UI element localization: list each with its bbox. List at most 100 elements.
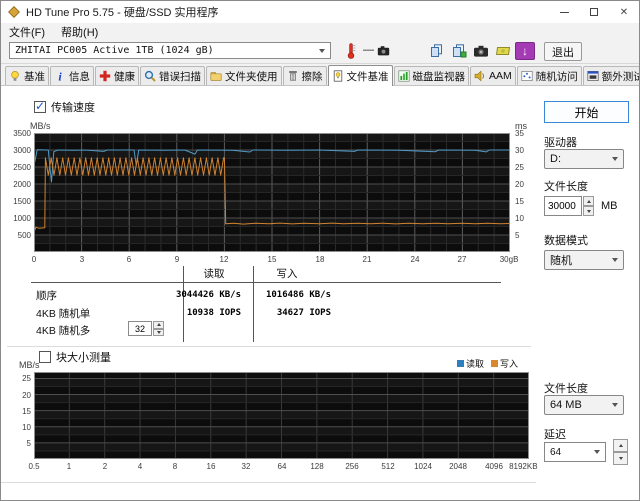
- settings-panel: 开始 驱动器 D: 文件长度 30000 MB 数据模式 随机 文件长度 64 …: [536, 86, 639, 500]
- minimize-button[interactable]: [549, 1, 579, 23]
- results-col-header-write: 写入: [276, 268, 298, 280]
- x-axis-tick: 512: [381, 462, 395, 471]
- spin-up-button[interactable]: [583, 196, 594, 206]
- latency-label: 延迟: [544, 429, 566, 441]
- result-read-value: 10938 IOPS: [186, 308, 241, 318]
- left-axis-tick: 2500: [13, 163, 31, 172]
- window-title: HD Tune Pro 5.75 - 硬盘/SSD 实用程序: [26, 7, 219, 19]
- info-icon: i: [54, 70, 66, 82]
- left-axis-tick: 10: [22, 423, 31, 432]
- spin-down-button[interactable]: [153, 328, 164, 336]
- benchmark-icon: [9, 70, 21, 82]
- tab-benchmark[interactable]: 基准: [5, 66, 49, 85]
- copy-pages-button[interactable]: [427, 42, 447, 60]
- camera-icon: [474, 45, 488, 57]
- arrow-down-icon: [156, 330, 161, 334]
- drive-dropdown-value: D:: [550, 153, 561, 165]
- tab-label: 错误扫描: [159, 70, 201, 83]
- left-axis-tick: 1000: [13, 214, 31, 223]
- drive-select-dropdown[interactable]: ZHITAI PC005 Active 1TB (1024 gB): [9, 42, 331, 59]
- x-axis-tick: 1: [66, 462, 72, 471]
- disk-monitor-icon: [397, 70, 410, 82]
- transfer-speed-checkbox[interactable]: [34, 99, 46, 113]
- download-button[interactable]: ↓: [515, 42, 535, 60]
- tab-info[interactable]: i 信息: [50, 66, 94, 85]
- x-axis-tick: 2048: [449, 462, 467, 471]
- spin-down-button[interactable]: [583, 206, 594, 216]
- spin-down-button[interactable]: [613, 452, 628, 465]
- banknote-icon: [495, 47, 511, 55]
- tab-error-scan[interactable]: 错误扫描: [140, 66, 205, 85]
- toolbar: ZHITAI PC005 Active 1TB (1024 gB) — ↓ 退出: [1, 40, 639, 64]
- tab-folder-usage[interactable]: 文件夹使用: [206, 66, 282, 85]
- legend-item-read: 读取: [457, 357, 484, 370]
- copy-pages-plus-button[interactable]: [449, 42, 469, 60]
- x-axis-end-tick: 30gB: [499, 255, 519, 264]
- close-button[interactable]: ✕: [609, 1, 639, 23]
- x-axis-tick: 2: [102, 462, 108, 471]
- tab-label: 基准: [24, 70, 45, 83]
- maximize-button[interactable]: [579, 1, 609, 23]
- thermometer-icon: [345, 42, 357, 65]
- exit-button[interactable]: 退出: [544, 42, 582, 61]
- legend-item-write: 写入: [491, 357, 518, 370]
- download-icon: ↓: [522, 44, 528, 58]
- tab-file-benchmark[interactable]: 文件基准: [327, 65, 393, 86]
- x-axis-tick: 27: [457, 255, 467, 264]
- drive-dropdown[interactable]: D:: [544, 149, 624, 169]
- x-axis-tick: 8192KB: [509, 462, 538, 471]
- x-axis-tick: 64: [277, 462, 287, 471]
- result-write-value: 1016486 KB/s: [265, 290, 331, 300]
- start-button[interactable]: 开始: [544, 101, 629, 123]
- health-icon: [99, 70, 111, 82]
- queue-depth-spinner: 32: [128, 321, 164, 336]
- x-axis-tick: 12: [219, 255, 229, 264]
- x-axis-tick: 128: [310, 462, 324, 471]
- latency-value: 64: [550, 446, 562, 458]
- left-axis-tick: 25: [22, 374, 31, 383]
- result-row-label: 4KB 随机多: [36, 325, 91, 337]
- hdtune-window: HD Tune Pro 5.75 - 硬盘/SSD 实用程序 ✕ 文件(F) 帮助…: [0, 0, 640, 501]
- tab-extra-tests[interactable]: 额外测试: [582, 66, 639, 85]
- left-axis-unit: MB/s: [19, 360, 40, 370]
- aam-icon: [474, 70, 486, 82]
- data-mode-dropdown[interactable]: 随机: [544, 250, 624, 270]
- right-axis-tick: 15: [515, 197, 524, 206]
- left-axis-unit: MB/s: [30, 121, 51, 131]
- copy-pages-plus-icon: [453, 44, 467, 58]
- file-length2-dropdown[interactable]: 64 MB: [544, 395, 624, 415]
- right-axis-tick: 20: [515, 180, 524, 189]
- menu-item-1[interactable]: 帮助(H): [53, 24, 106, 40]
- latency-combo[interactable]: 64: [544, 442, 606, 462]
- block-size-label: 块大小测量: [56, 352, 111, 364]
- spin-up-button[interactable]: [613, 439, 628, 452]
- tab-aam[interactable]: AAM: [470, 66, 516, 85]
- tab-label: 健康: [114, 70, 135, 83]
- extra-tests-icon: [587, 70, 599, 82]
- tab-disk-monitor[interactable]: 磁盘监视器: [393, 66, 469, 85]
- file-length-input[interactable]: 30000: [544, 196, 582, 216]
- x-axis-tick: 24: [410, 255, 420, 264]
- chevron-down-icon: [319, 48, 325, 53]
- menu-item-0[interactable]: 文件(F): [1, 24, 53, 40]
- random-access-icon: [521, 70, 533, 82]
- result-row-label: 4KB 随机单: [36, 308, 91, 320]
- tab-random-access[interactable]: 随机访问: [516, 66, 582, 85]
- table-divider: [253, 266, 254, 342]
- spin-up-button[interactable]: [153, 321, 164, 329]
- right-axis-tick: 10: [515, 214, 524, 223]
- banknote-button[interactable]: [493, 42, 513, 60]
- tab-erase[interactable]: 擦除: [282, 66, 327, 85]
- chevron-down-icon: [594, 450, 600, 454]
- right-axis-tick: 30: [515, 146, 524, 155]
- block-size-toggle: 块大小测量: [39, 349, 111, 365]
- x-axis-tick: 4096: [485, 462, 503, 471]
- legend: 读取 写入: [457, 357, 518, 370]
- minimize-icon: [559, 11, 569, 13]
- maximize-icon: [590, 8, 598, 16]
- queue-depth-value[interactable]: 32: [128, 321, 152, 336]
- camera-button[interactable]: [471, 42, 491, 60]
- tab-health[interactable]: 健康: [95, 66, 139, 85]
- table-divider: [183, 266, 184, 342]
- block-size-checkbox[interactable]: [39, 351, 51, 363]
